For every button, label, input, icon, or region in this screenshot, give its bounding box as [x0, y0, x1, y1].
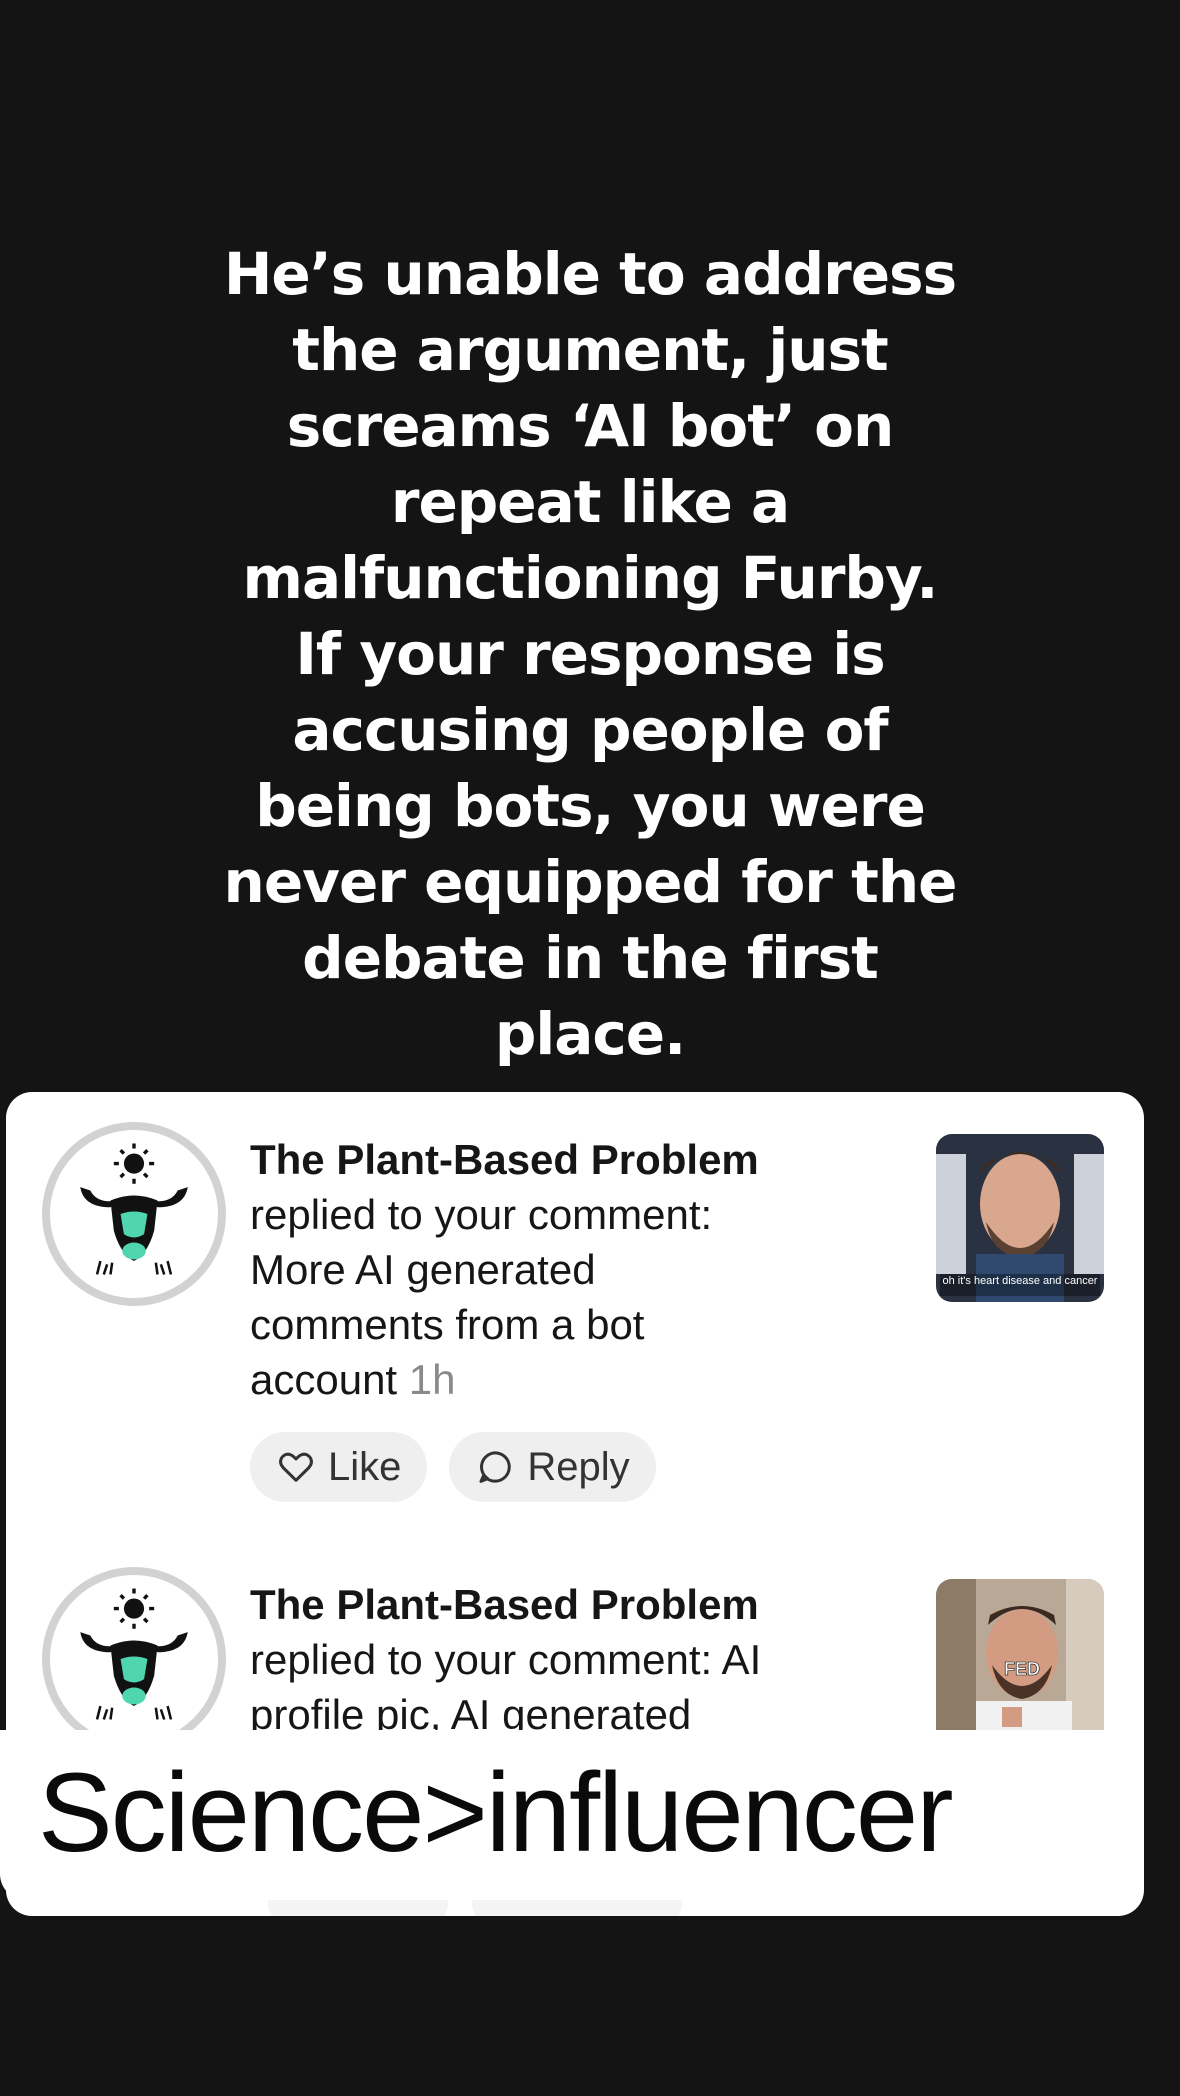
timestamp: 1h	[408, 1356, 456, 1403]
notification-line: replied to your comment:	[250, 1191, 713, 1238]
reply-label: Reply	[527, 1444, 630, 1489]
notification-line: replied to your comment: AI	[250, 1636, 762, 1683]
overlay-caption: He’s unable to address the argument, jus…	[190, 236, 990, 1072]
speech-bubble-icon	[479, 1451, 512, 1483]
caption-line: place.	[494, 1000, 686, 1068]
caption-line: never equipped for the	[223, 848, 958, 916]
caption-line: debate in the first	[302, 924, 879, 992]
bull-logo-icon	[80, 1143, 188, 1275]
heart-icon	[279, 1452, 313, 1482]
avatar[interactable]	[42, 1567, 226, 1751]
caption-line: If your response is	[295, 620, 885, 688]
overlay-banner: Science>influencer	[0, 1730, 1140, 1900]
video-thumbnail[interactable]: oh it's heart disease and cancer	[936, 1134, 1104, 1302]
thumbnail-image: FED	[936, 1579, 1104, 1747]
video-thumbnail[interactable]: FED	[936, 1579, 1104, 1747]
thumbnail-caption: FED	[1004, 1659, 1040, 1679]
notification-text: The Plant-Based Problem replied to your …	[250, 1132, 870, 1407]
caption-line: accusing people of	[292, 696, 888, 764]
thumbnail-image: oh it's heart disease and cancer	[936, 1134, 1104, 1302]
like-button[interactable]: Like	[250, 1432, 428, 1502]
notification-line: comments from a bot	[250, 1301, 645, 1348]
account-name[interactable]: The Plant-Based Problem	[250, 1132, 870, 1187]
account-name[interactable]: The Plant-Based Problem	[250, 1577, 870, 1632]
notification-line: More AI generated	[250, 1246, 596, 1293]
notification-line: account	[250, 1356, 398, 1403]
reply-button[interactable]: Reply	[449, 1432, 656, 1502]
notification-item[interactable]: The Plant-Based Problem replied to your …	[6, 1092, 1144, 1542]
like-label: Like	[328, 1444, 402, 1489]
caption-line: the argument, just	[292, 316, 889, 384]
notification-actions: Like Reply	[250, 1432, 656, 1502]
bull-logo-icon	[80, 1588, 188, 1720]
banner-text: Science>influencer	[38, 1750, 953, 1875]
caption-line: He’s unable to address	[223, 240, 957, 308]
caption-line: screams ‘AI bot’ on	[286, 392, 895, 460]
thumbnail-caption: oh it's heart disease and cancer	[943, 1275, 1098, 1287]
avatar[interactable]	[42, 1122, 226, 1306]
notification-last-line: account 1h	[250, 1352, 870, 1407]
caption-line: being bots, you were	[255, 772, 926, 840]
notification-text: The Plant-Based Problem replied to your …	[250, 1577, 870, 1742]
caption-line: malfunctioning Furby.	[242, 544, 939, 612]
caption-line: repeat like a	[390, 468, 790, 536]
